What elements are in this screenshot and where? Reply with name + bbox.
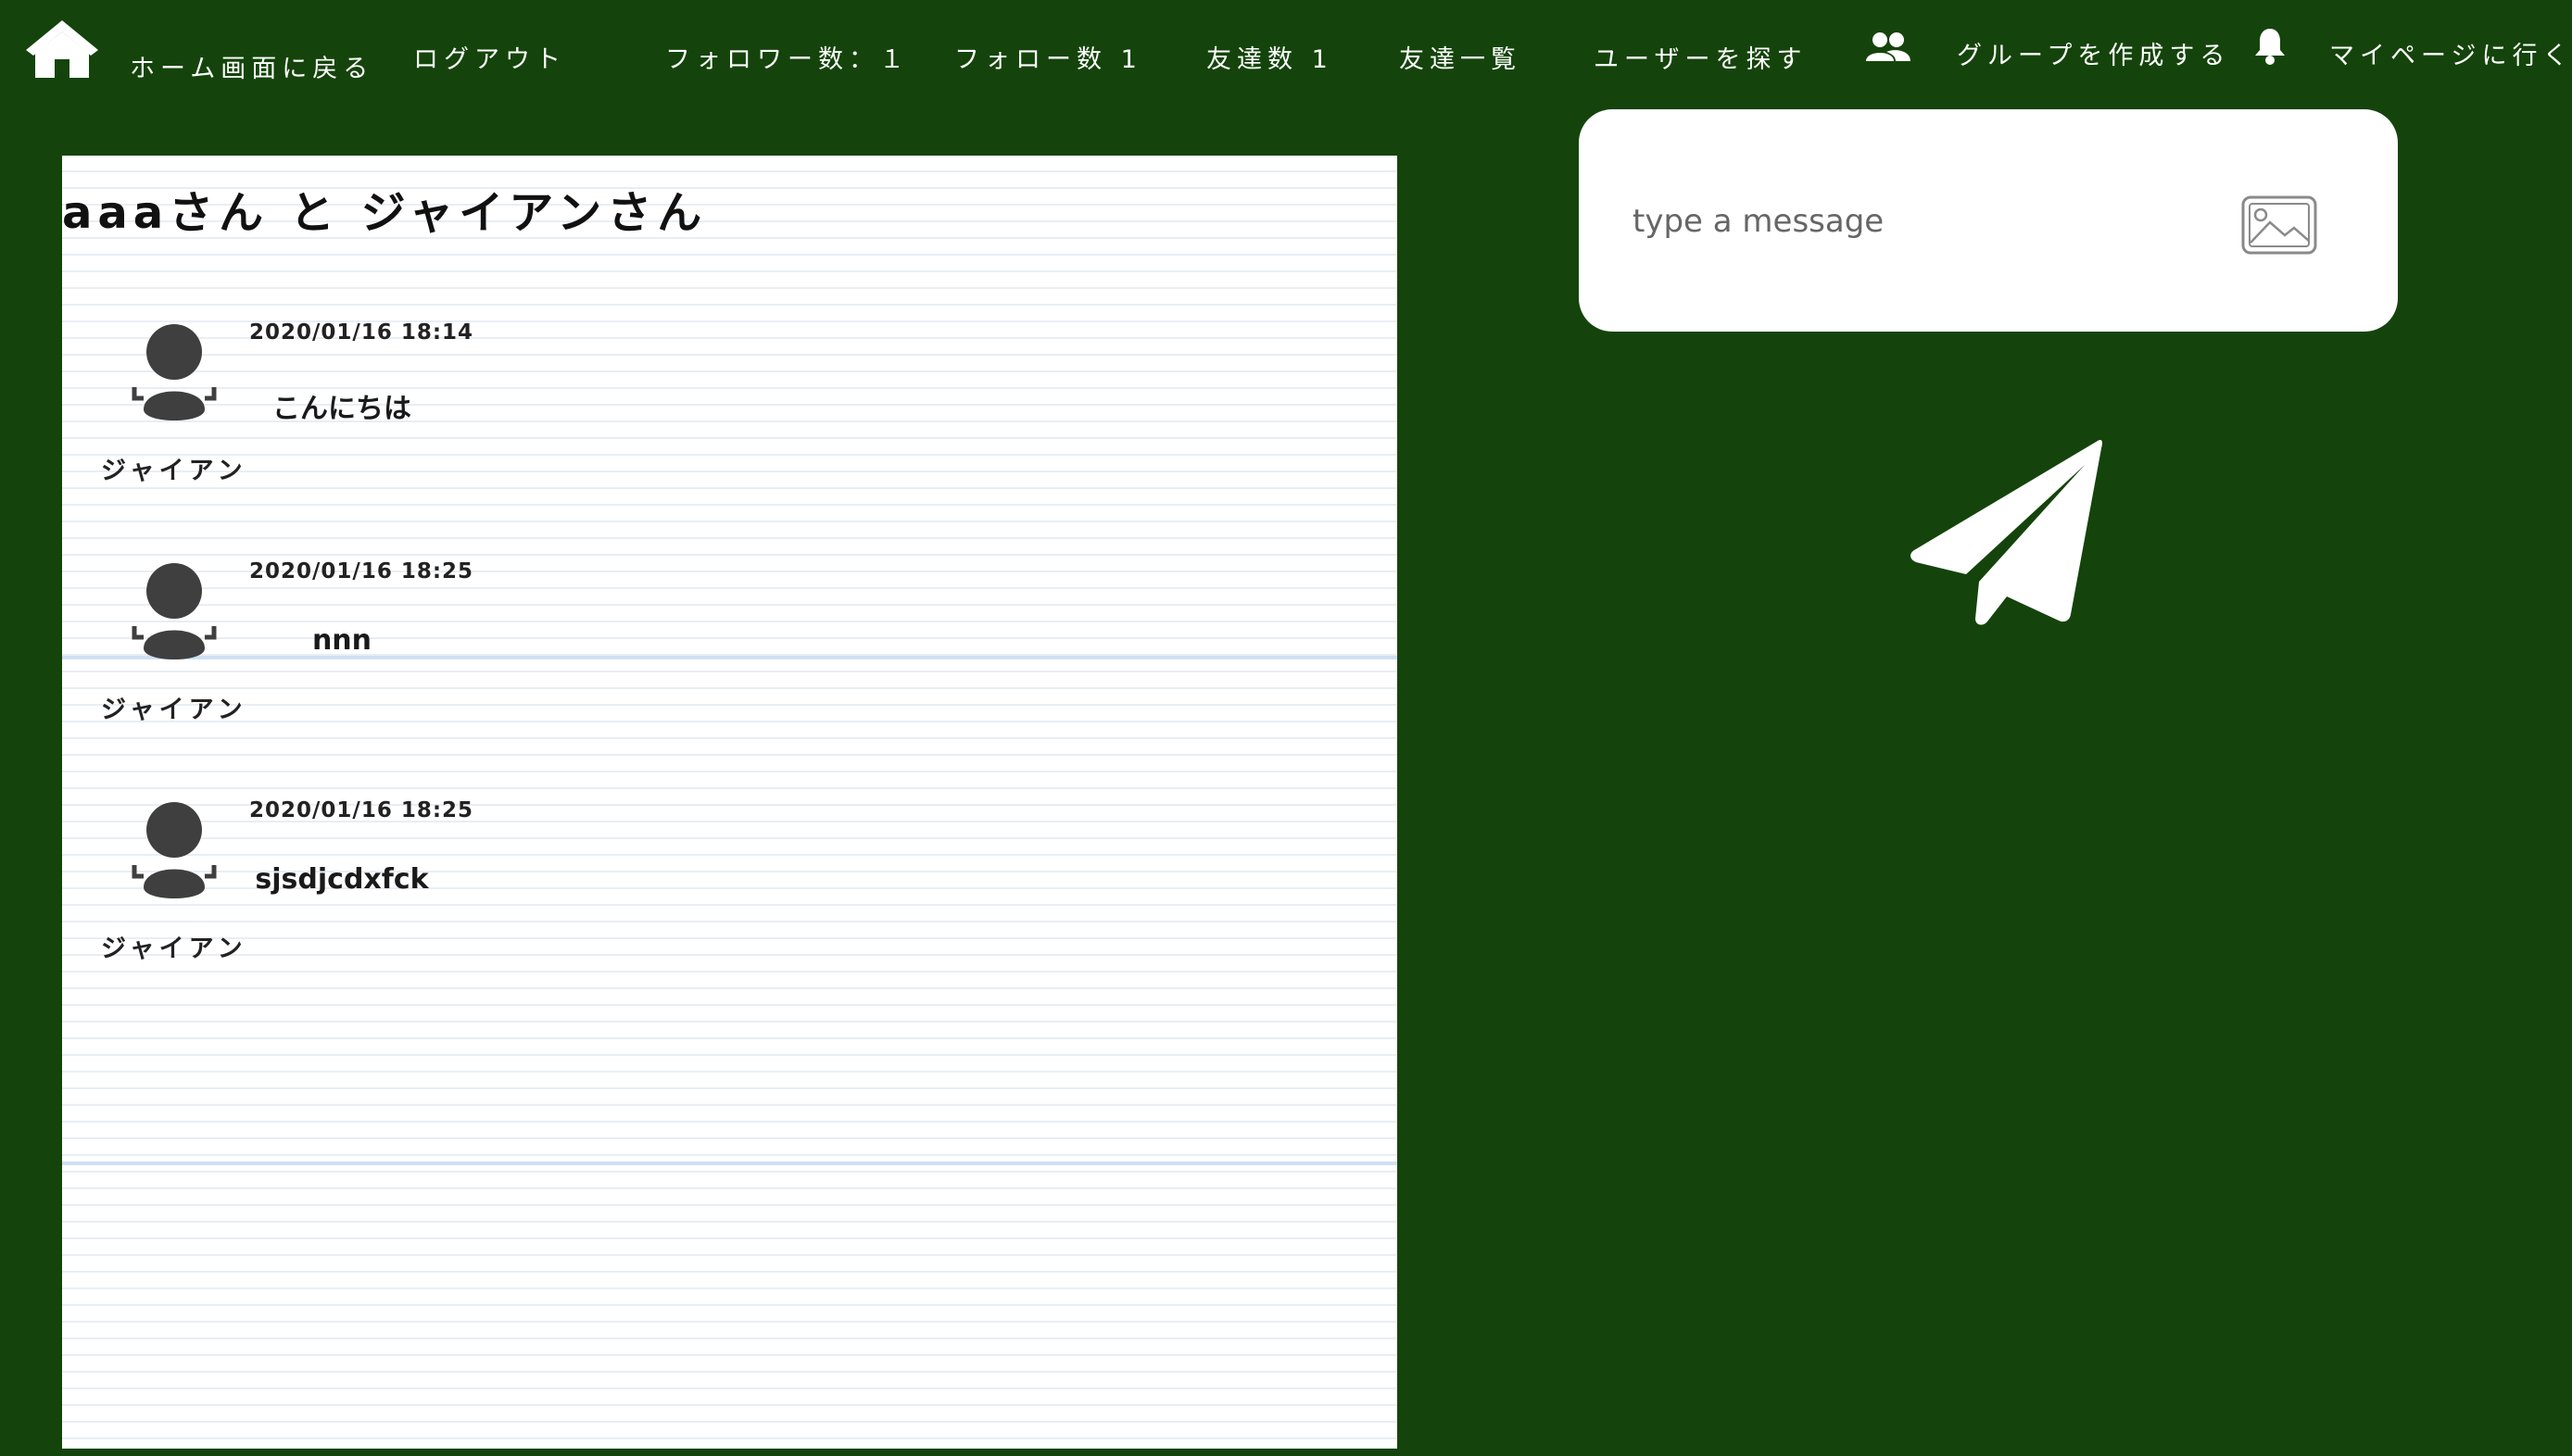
nav-following-count[interactable]: フォロー数 1 [954,39,1142,75]
image-icon [2241,195,2317,255]
chat-message: 2020/01/16 18:25 nnn ジャイアン [62,559,896,745]
nav-friends-count[interactable]: 友達数 1 [1206,39,1333,75]
chat-message: 2020/01/16 18:14 こんにちは ジャイアン [62,320,896,506]
nav-create-group-link[interactable]: グループを作成する [1957,35,2230,71]
message-text: sjsdjcdxfck [255,863,429,896]
nav-followers-count[interactable]: フォロワー数：１ [665,39,910,75]
nav-friends-list-link[interactable]: 友達一覧 [1399,39,1521,75]
user-avatar-icon[interactable] [129,559,220,667]
message-timestamp: 2020/01/16 18:25 [249,559,474,584]
nav-logout-link[interactable]: ログアウト [413,39,566,75]
send-icon [1910,439,2102,625]
message-text: nnn [311,624,372,657]
nav-mypage-link[interactable]: マイページに行く [2329,35,2572,71]
message-composer [1579,109,2398,332]
message-timestamp: 2020/01/16 18:25 [249,798,474,822]
message-input[interactable] [1633,191,2207,252]
nav-find-users-link[interactable]: ユーザーを探す [1594,39,1807,75]
home-button[interactable] [20,15,104,82]
message-sender: ジャイアン [101,696,247,724]
message-sender: ジャイアン [101,457,247,485]
message-timestamp: 2020/01/16 18:14 [249,320,474,345]
send-button[interactable] [1907,437,2105,628]
message-sender: ジャイアン [101,935,247,963]
nav-home-link[interactable]: ホーム画面に戻る [130,48,373,84]
user-avatar-icon[interactable] [129,798,220,906]
home-icon [26,20,98,78]
image-upload-button[interactable] [2240,195,2318,256]
user-avatar-icon[interactable] [129,320,220,428]
chat-title: aaaさん と ジャイアンさん [62,187,708,239]
message-text: こんにちは [272,393,411,425]
group-icon[interactable] [1864,30,1912,67]
chat-panel: aaaさん と ジャイアンさん 2020/01/16 18:14 こんにちは ジ… [62,156,1397,1449]
bell-icon[interactable] [2253,26,2287,67]
chat-message: 2020/01/16 18:25 sjsdjcdxfck ジャイアン [62,798,896,984]
